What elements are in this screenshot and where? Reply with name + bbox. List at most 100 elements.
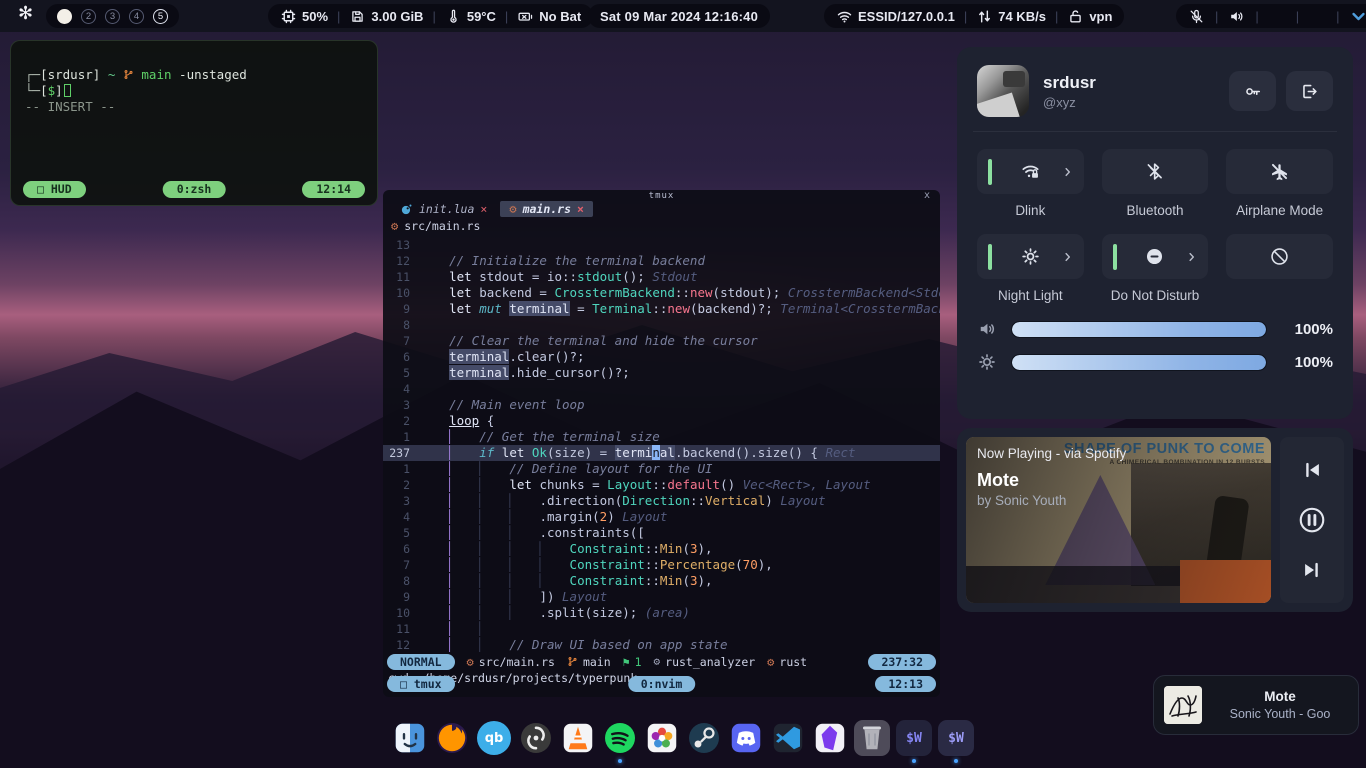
code-line[interactable]: 10 let backend = CrosstermBackend::new(s…: [383, 285, 940, 301]
code-line[interactable]: 5 terminal.hide_cursor()?;: [383, 365, 940, 381]
photos-icon[interactable]: [644, 720, 680, 756]
zsh-session-pill[interactable]: 0:zsh: [163, 181, 226, 198]
terminal-w2-icon[interactable]: $W: [938, 720, 974, 756]
clock-widget[interactable]: Sat 09 Mar 2024 12:16:40: [588, 4, 770, 28]
tmux-window-pill[interactable]: 0:nvim: [628, 676, 696, 692]
tab-close-icon[interactable]: ×: [480, 202, 487, 216]
code-line[interactable]: 11 ▏ ▏: [383, 621, 940, 637]
vlc-icon[interactable]: [560, 720, 596, 756]
logout-button[interactable]: [1286, 71, 1333, 111]
obsidian-icon[interactable]: [812, 720, 848, 756]
terminal-w1-icon[interactable]: $W: [896, 720, 932, 756]
memory-usage-value: 3.00 GiB: [371, 9, 423, 24]
code-line[interactable]: 4 ▏ ▏ ▏ .margin(2) Layout: [383, 509, 940, 525]
line-content: ▏ ▏ ▏ .constraints([: [419, 525, 940, 541]
code-line[interactable]: 11 let stdout = io::stdout(); Stdout: [383, 269, 940, 285]
bluetooth-toggle[interactable]: [1102, 149, 1209, 194]
breadcrumb-path: src/main.rs: [404, 219, 480, 233]
steam-icon[interactable]: [686, 720, 722, 756]
next-button[interactable]: [1301, 559, 1323, 581]
dock-item-photos: [644, 720, 680, 764]
code-line[interactable]: 9 let mut terminal = Terminal::new(backe…: [383, 301, 940, 317]
volume-icon[interactable]: [1228, 8, 1245, 25]
cpu-usage-value: 50%: [302, 9, 328, 24]
code-line[interactable]: 12 ▏ ▏ // Draw UI based on app state: [383, 637, 940, 653]
code-line[interactable]: 12 // Initialize the terminal backend: [383, 253, 940, 269]
blocked-toggle[interactable]: [1226, 234, 1333, 279]
line-content: ▏ ▏ ▏ .split(size); (area): [419, 605, 940, 621]
file-manager-icon[interactable]: [392, 720, 428, 756]
code-line[interactable]: 4: [383, 381, 940, 397]
code-line[interactable]: 5 ▏ ▏ ▏ .constraints([: [383, 525, 940, 541]
workspace-2[interactable]: 2: [81, 9, 96, 24]
window-close-button[interactable]: x: [924, 190, 930, 201]
workspace-1[interactable]: [57, 9, 72, 24]
airplane-toggle[interactable]: [1226, 149, 1333, 194]
mail-icon[interactable]: [1309, 8, 1326, 25]
tab-close-icon[interactable]: ×: [577, 202, 584, 216]
quick-toggles-grid: DlinkBluetoothAirplane ModeNight LightDo…: [977, 149, 1333, 305]
code-line[interactable]: 6 terminal.clear()?;: [383, 349, 940, 365]
discord-icon[interactable]: [728, 720, 764, 756]
microphone-muted-icon[interactable]: [1188, 8, 1205, 25]
qbittorrent-icon[interactable]: qb: [477, 721, 511, 755]
code-line[interactable]: 1 ▏ ▏ // Define layout for the UI: [383, 461, 940, 477]
dock-item-terminal-w1: $W: [896, 720, 932, 764]
code-line[interactable]: 7 ▏ ▏ ▏ ▏ Constraint::Percentage(70),: [383, 557, 940, 573]
hud-pill[interactable]: □ HUD: [23, 181, 86, 198]
workspace-3[interactable]: 3: [105, 9, 120, 24]
code-area[interactable]: 1312 // Initialize the terminal backend1…: [383, 237, 940, 653]
editor-tab-init.lua[interactable]: init.lua×: [391, 201, 496, 217]
code-line[interactable]: 3 // Main event loop: [383, 397, 940, 413]
rust-file-icon: ⚙: [467, 656, 474, 668]
code-line[interactable]: 13: [383, 237, 940, 253]
volume-slider[interactable]: [1011, 321, 1267, 338]
code-line[interactable]: 8: [383, 317, 940, 333]
line-content: ▏ ▏ // Draw UI based on app state: [419, 637, 940, 653]
chevron-right-icon[interactable]: [1185, 250, 1198, 263]
do-not-disturb-icon: [1144, 246, 1165, 267]
code-line[interactable]: 3 ▏ ▏ ▏ .direction(Direction::Vertical) …: [383, 493, 940, 509]
settings-gear-icon[interactable]: [1269, 8, 1286, 25]
workspace-4[interactable]: 4: [129, 9, 144, 24]
trash-icon[interactable]: [854, 720, 890, 756]
line-content: ▏ ▏ ▏ .margin(2) Layout: [419, 509, 940, 525]
prompt-dollar-brackets: [$]: [40, 83, 63, 98]
code-line-current[interactable]: 237 ▏ if let Ok(size) = terminal.backend…: [383, 445, 940, 461]
code-line[interactable]: 8 ▏ ▏ ▏ ▏ Constraint::Min(3),: [383, 573, 940, 589]
code-line[interactable]: 6 ▏ ▏ ▏ ▏ Constraint::Min(3),: [383, 541, 940, 557]
terminal-window[interactable]: ┌─[srdusr] ~ main -unstaged └─[$] -- INS…: [10, 40, 378, 206]
workspace-5[interactable]: 5: [153, 9, 168, 24]
code-line[interactable]: 2 ▏ ▏ let chunks = Layout::default() Vec…: [383, 477, 940, 493]
spotify-icon[interactable]: [602, 720, 638, 756]
editor-window[interactable]: tmux x init.lua×⚙main.rs× ⚙src/main.rs 1…: [383, 190, 940, 697]
pause-button[interactable]: [1297, 505, 1327, 535]
firefox-icon[interactable]: [434, 720, 470, 756]
chevron-down-icon[interactable]: [1350, 8, 1366, 25]
line-number: 2: [383, 413, 419, 429]
code-line[interactable]: 7 // Clear the terminal and hide the cur…: [383, 333, 940, 349]
brightness-slider-value: 100%: [1281, 354, 1333, 371]
code-line[interactable]: 9 ▏ ▏ ▏ ]) Layout: [383, 589, 940, 605]
chevron-right-icon[interactable]: [1061, 165, 1074, 178]
blocked-icon: [1269, 246, 1290, 267]
brightness-slider[interactable]: [1011, 354, 1267, 371]
line-number: 7: [383, 557, 419, 573]
tmux-session-pill[interactable]: □ tmux: [387, 676, 455, 692]
wifi-toggle[interactable]: [977, 149, 1084, 194]
line-number: 11: [383, 269, 419, 285]
lock-button[interactable]: [1229, 71, 1276, 111]
chevron-right-icon[interactable]: [1061, 250, 1074, 263]
night-light-toggle[interactable]: [977, 234, 1084, 279]
vpn-status: vpn: [1067, 8, 1112, 25]
code-line[interactable]: 2 loop {: [383, 413, 940, 429]
distro-logo-icon[interactable]: ✻: [18, 3, 33, 24]
code-line[interactable]: 10 ▏ ▏ ▏ .split(size); (area): [383, 605, 940, 621]
vscode-icon[interactable]: [770, 720, 806, 756]
previous-button[interactable]: [1301, 459, 1323, 481]
editor-tab-main.rs[interactable]: ⚙main.rs×: [500, 201, 593, 217]
code-line[interactable]: 1 ▏ // Get the terminal size: [383, 429, 940, 445]
obs-icon[interactable]: [518, 720, 554, 756]
nvim-statusline: NORMAL ⚙src/main.rs main ⚑1 ⚙rust_analyz…: [383, 653, 940, 670]
dnd-toggle[interactable]: [1102, 234, 1209, 279]
